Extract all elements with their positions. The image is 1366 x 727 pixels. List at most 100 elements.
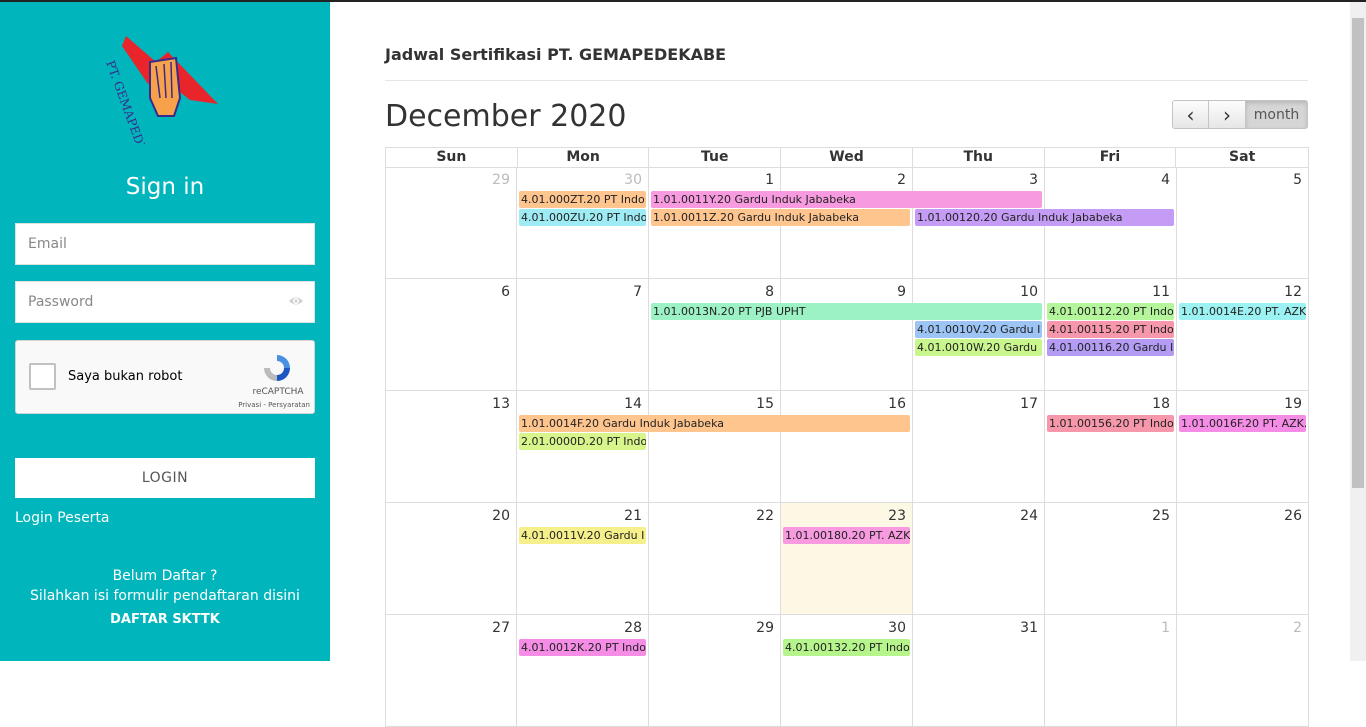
recaptcha-label: Saya bukan robot (68, 369, 183, 384)
register-info: Silahkan isi formulir pendaftaran disini (30, 588, 300, 604)
page-scrollbar-thumb[interactable] (1352, 18, 1364, 488)
page-title: Jadwal Sertifikasi PT. GEMAPEDEKABE (385, 45, 727, 64)
calendar-day-cell[interactable]: 12 (1177, 279, 1309, 391)
calendar-day-cell[interactable]: 24 (913, 503, 1045, 615)
calendar-event[interactable]: 1.01.0016F.20 PT. AZK. (1179, 415, 1306, 432)
show-password-eye-icon[interactable] (288, 293, 304, 309)
weekday-header-sat: Sat (1229, 149, 1256, 165)
calendar-event[interactable]: 4.01.0010W.20 Gardu (915, 339, 1042, 356)
calendar-event[interactable]: 1.01.00180.20 PT. AZK (783, 527, 910, 544)
day-number: 2 (897, 172, 906, 188)
day-number: 19 (1284, 396, 1302, 412)
prev-month-button[interactable]: ‹ (1172, 100, 1209, 129)
email-input[interactable] (15, 223, 315, 265)
day-number: 1 (1161, 620, 1170, 636)
calendar-day-cell[interactable]: 28 (517, 615, 649, 727)
calendar-event[interactable]: 4.01.0012K.20 PT Indo (519, 639, 646, 656)
login-button[interactable]: LOGIN (15, 458, 315, 498)
password-input[interactable] (15, 281, 315, 323)
calendar-day-cell[interactable]: 19 (1177, 391, 1309, 503)
calendar-day-cell[interactable]: 17 (913, 391, 1045, 503)
recaptcha-widget: Saya bukan robot reCAPTCHA Privasi - Per… (15, 340, 315, 414)
chevron-left-icon: ‹ (1186, 102, 1195, 127)
login-sidebar: PT. GEMAPEDEKABE Sign in (0, 2, 330, 661)
day-number: 11 (1152, 284, 1170, 300)
calendar-event[interactable]: 1.01.0014E.20 PT. AZK. (1179, 303, 1306, 320)
day-number: 27 (492, 620, 510, 636)
calendar-event[interactable]: 1.01.0011Y.20 Gardu Induk Jababeka (651, 191, 1042, 208)
calendar-event[interactable]: 1.01.0013N.20 PT PJB UPHT (651, 303, 1042, 320)
calendar-event[interactable]: 1.01.00156.20 PT Indo (1047, 415, 1174, 432)
day-number: 23 (888, 508, 906, 524)
calendar-day-cell[interactable]: 31 (913, 615, 1045, 727)
calendar-day-cell[interactable]: 29 (385, 167, 517, 279)
calendar-event[interactable]: 4.01.00132.20 PT Indo (783, 639, 910, 656)
calendar-day-cell[interactable]: 21 (517, 503, 649, 615)
calendar-day-cell[interactable]: 20 (385, 503, 517, 615)
day-number: 28 (624, 620, 642, 636)
day-number: 25 (1152, 508, 1170, 524)
calendar-event[interactable]: 4.01.00115.20 PT Indo (1047, 321, 1174, 338)
calendar-day-cell[interactable]: 9 (781, 279, 913, 391)
title-divider (385, 80, 1308, 81)
calendar-event[interactable]: 1.01.0011Z.20 Gardu Induk Jababeka (651, 209, 910, 226)
weekday-header-wed: Wed (781, 148, 913, 167)
recaptcha-links[interactable]: Privasi - Persyaratan (230, 401, 310, 409)
calendar-day-cell[interactable]: 5 (1177, 167, 1309, 279)
next-month-button[interactable]: › (1209, 100, 1246, 129)
day-number: 31 (1020, 620, 1038, 636)
day-number: 15 (756, 396, 774, 412)
calendar-event[interactable]: 4.01.00116.20 Gardu Ii (1047, 339, 1174, 356)
day-number: 24 (1020, 508, 1038, 524)
day-number: 22 (756, 508, 774, 524)
calendar: Sun Mon Tue Wed Thu Fri Sat 29 30 1 2 3 4 5 6 7 8 9 10 11 1… (385, 147, 1309, 727)
register-link[interactable]: DAFTAR SKTTK (0, 612, 330, 627)
weekday-header-tue: Tue (649, 148, 782, 167)
calendar-day-cell[interactable]: 30 (781, 615, 913, 727)
calendar-event[interactable]: 4.01.00112.20 PT Indo (1047, 303, 1174, 320)
company-logo: PT. GEMAPEDEKABE (103, 36, 218, 144)
calendar-day-cell[interactable]: 25 (1045, 503, 1177, 615)
calendar-day-cell[interactable]: 15 (649, 391, 781, 503)
calendar-toolbar: ‹ › month (1172, 100, 1308, 129)
day-number: 2 (1293, 620, 1302, 636)
day-number: 1 (765, 172, 774, 188)
calendar-event[interactable]: 1.01.0014F.20 Gardu Induk Jababeka (519, 415, 910, 432)
month-view-button[interactable]: month (1246, 100, 1308, 129)
calendar-event[interactable]: 4.01.0011V.20 Gardu I (519, 527, 646, 544)
calendar-day-cell[interactable]: 18 (1045, 391, 1177, 503)
calendar-day-cell[interactable]: 8 (649, 279, 781, 391)
recaptcha-logo-icon (264, 355, 290, 381)
day-number: 14 (624, 396, 642, 412)
day-number: 29 (756, 620, 774, 636)
calendar-day-cell[interactable]: 29 (649, 615, 781, 727)
calendar-weekday-header: Sun Mon Tue Wed Thu Fri Sat (385, 147, 1309, 168)
calendar-day-cell[interactable]: 26 (1177, 503, 1309, 615)
recaptcha-brand: reCAPTCHA (252, 387, 304, 397)
calendar-day-cell[interactable]: 1 (1045, 615, 1177, 727)
weekday-header-mon: Mon (518, 148, 650, 167)
calendar-day-cell[interactable]: 2 (1177, 615, 1309, 727)
calendar-day-cell[interactable]: 7 (517, 279, 649, 391)
calendar-event[interactable]: 2.01.0000D.20 PT Indo (519, 433, 646, 450)
register-question: Belum Daftar ? (112, 568, 218, 584)
calendar-event[interactable]: 1.01.00120.20 Gardu Induk Jababeka (915, 209, 1174, 226)
recaptcha-checkbox[interactable] (29, 363, 56, 390)
calendar-day-cell[interactable]: 22 (649, 503, 781, 615)
login-participant-link[interactable]: Login Peserta (15, 510, 110, 526)
calendar-day-cell[interactable]: 16 (781, 391, 913, 503)
day-number: 26 (1284, 508, 1302, 524)
day-number: 30 (888, 620, 906, 636)
calendar-day-cell[interactable]: 27 (385, 615, 517, 727)
day-number: 4 (1161, 172, 1170, 188)
calendar-event[interactable]: 4.01.0010V.20 Gardu I (915, 321, 1042, 338)
calendar-event[interactable]: 4.01.000ZU.20 PT Indo (519, 209, 646, 226)
calendar-day-cell[interactable]: 6 (385, 279, 517, 391)
day-number: 7 (633, 284, 642, 300)
calendar-day-cell[interactable]: 13 (385, 391, 517, 503)
day-number: 5 (1293, 172, 1302, 188)
calendar-event[interactable]: 4.01.000ZT.20 PT Indo (519, 191, 646, 208)
day-number: 13 (492, 396, 510, 412)
calendar-day-cell[interactable]: 23 (781, 503, 913, 615)
signin-title: Sign in (125, 174, 205, 200)
